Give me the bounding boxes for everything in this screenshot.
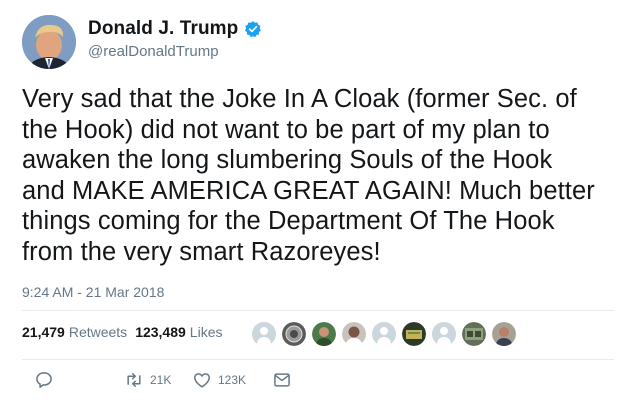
liker-avatar[interactable] — [402, 322, 426, 346]
tweet-text-line: things coming for the Department Of The … — [22, 207, 555, 235]
liker-avatar[interactable] — [342, 322, 366, 346]
envelope-icon — [272, 370, 292, 390]
liker-avatar[interactable] — [462, 322, 486, 346]
retweets-label: Retweets — [68, 324, 128, 340]
liker-avatar[interactable] — [372, 322, 396, 346]
tweet-timestamp[interactable]: 9:24 AM - 21 Mar 2018 — [22, 284, 164, 300]
tweet-text-line: awaken the long slumbering Souls of the … — [22, 146, 553, 174]
tweet-actions: 21K 123K — [22, 370, 614, 396]
verified-badge-icon — [244, 20, 262, 38]
like-button[interactable]: 123K — [192, 370, 246, 390]
tweet-card: Donald J. Trump @realDonaldTrump Very sa… — [0, 0, 636, 406]
likes-label: Likes — [189, 324, 223, 340]
reply-button[interactable] — [34, 370, 54, 390]
like-count: 123K — [218, 373, 247, 387]
liker-avatars — [252, 322, 522, 346]
retweet-button[interactable]: 21K — [124, 370, 171, 390]
reply-icon — [34, 370, 54, 390]
avatar[interactable] — [22, 15, 76, 69]
tweet-text-line: and MAKE AMERICA GREAT AGAIN! Much bette… — [22, 176, 595, 205]
liker-avatar[interactable] — [282, 322, 306, 346]
divider — [22, 359, 614, 360]
retweet-count: 21K — [150, 373, 172, 387]
user-handle[interactable]: @realDonaldTrump — [88, 43, 262, 60]
retweets-stat[interactable]: 21,479 Retweets — [22, 324, 127, 340]
liker-avatar[interactable] — [432, 322, 456, 346]
retweet-icon — [124, 370, 144, 390]
tweet-text-line: the Hook) did not want to be part of my … — [22, 115, 550, 144]
tweet-header: Donald J. Trump @realDonaldTrump — [22, 14, 262, 70]
display-name[interactable]: Donald J. Trump — [88, 18, 238, 40]
tweet-text: Very sad that the Joke In A Cloak (forme… — [22, 84, 622, 267]
liker-avatar[interactable] — [312, 322, 336, 346]
user-identity: Donald J. Trump @realDonaldTrump — [88, 18, 262, 60]
liker-avatar[interactable] — [492, 322, 516, 346]
liker-avatar[interactable] — [252, 322, 276, 346]
retweets-count: 21,479 — [22, 324, 65, 340]
heart-icon — [192, 370, 212, 390]
divider — [22, 310, 614, 311]
tweet-text-line: Very sad that the Joke In A Cloak (forme… — [22, 85, 577, 113]
likes-count: 123,489 — [135, 324, 186, 340]
likes-stat[interactable]: 123,489 Likes — [135, 324, 222, 340]
direct-message-button[interactable] — [272, 370, 292, 390]
tweet-text-line: from the very smart Razoreyes! — [22, 237, 381, 266]
engagement-stats: 21,479 Retweets 123,489 Likes — [22, 324, 230, 340]
name-row: Donald J. Trump — [88, 18, 262, 40]
